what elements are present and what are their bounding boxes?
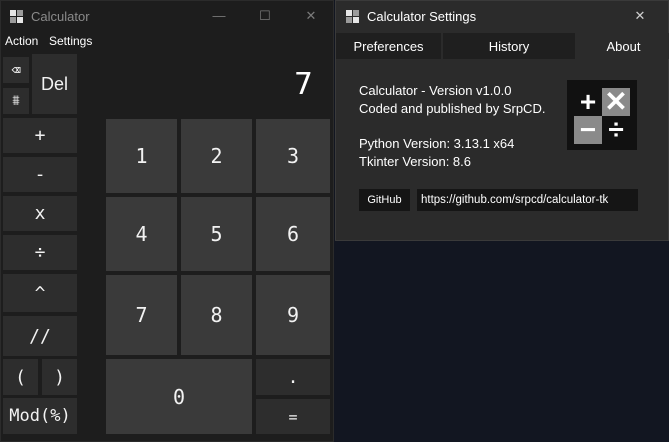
sqrt-button[interactable]: ⩩	[3, 88, 29, 114]
tab-preferences[interactable]: Preferences	[336, 33, 441, 59]
menu-settings[interactable]: Settings	[49, 34, 92, 48]
minus-symbol-icon: −	[574, 116, 602, 144]
floor-divide-button[interactable]: //	[3, 316, 77, 356]
digit-3-button[interactable]: 3	[256, 119, 330, 193]
settings-window: Calculator Settings ✕ Preferences Histor…	[335, 0, 669, 241]
divide-symbol-icon: ÷	[608, 114, 624, 145]
mod-button[interactable]: Mod(%)	[3, 398, 77, 434]
settings-app-icon	[346, 10, 360, 24]
calculator-app-icon	[10, 10, 24, 24]
digit-2-button[interactable]: 2	[181, 119, 252, 193]
multiply-button[interactable]: x	[3, 196, 77, 231]
equals-button[interactable]: =	[256, 399, 330, 434]
calculator-titlebar[interactable]: Calculator — ☐ ✕	[1, 1, 333, 32]
result-display: 7	[293, 67, 313, 102]
close-icon[interactable]: ✕	[620, 3, 660, 29]
tab-about[interactable]: About	[577, 33, 669, 59]
menu-action[interactable]: Action	[5, 34, 38, 48]
right-paren-button[interactable]: )	[42, 359, 77, 395]
plus-button[interactable]: +	[3, 118, 77, 153]
digit-7-button[interactable]: 7	[106, 275, 177, 355]
plus-symbol-icon: +	[579, 86, 597, 117]
settings-title: Calculator Settings	[367, 9, 477, 24]
tab-history[interactable]: History	[443, 33, 575, 59]
calculator-logo: + ✕ − ÷	[567, 80, 637, 150]
digit-4-button[interactable]: 4	[106, 197, 177, 271]
digit-5-button[interactable]: 5	[181, 197, 252, 271]
settings-titlebar[interactable]: Calculator Settings ✕	[336, 1, 668, 32]
left-paren-button[interactable]: (	[3, 359, 38, 395]
digit-1-button[interactable]: 1	[106, 119, 177, 193]
close-icon[interactable]: ✕	[291, 3, 331, 29]
calculator-title: Calculator	[31, 9, 90, 24]
del-button[interactable]: Del	[32, 54, 77, 114]
credits-text: Coded and published by SrpCD.	[359, 101, 546, 116]
digit-9-button[interactable]: 9	[256, 275, 330, 355]
version-text: Calculator - Version v1.0.0	[359, 83, 512, 98]
minus-button[interactable]: -	[3, 157, 77, 192]
tkinter-version-text: Tkinter Version: 8.6	[359, 154, 471, 169]
digit-6-button[interactable]: 6	[256, 197, 330, 271]
backspace-button[interactable]: ⌫	[3, 57, 29, 83]
github-url-field[interactable]: https://github.com/srpcd/calculator-tk	[417, 189, 638, 211]
digit-8-button[interactable]: 8	[181, 275, 252, 355]
minimize-icon[interactable]: —	[199, 3, 239, 29]
divide-button[interactable]: ÷	[3, 235, 77, 270]
digit-0-button[interactable]: 0	[106, 359, 252, 434]
maximize-icon[interactable]: ☐	[245, 3, 285, 29]
python-version-text: Python Version: 3.13.1 x64	[359, 136, 515, 151]
github-button[interactable]: GitHub	[359, 189, 410, 211]
decimal-button[interactable]: .	[256, 359, 330, 395]
calculator-window: Calculator — ☐ ✕ Action Settings 7 ⌫ ⩩ D…	[0, 0, 334, 442]
multiply-symbol-icon: ✕	[602, 88, 630, 116]
power-button[interactable]: ^	[3, 274, 77, 312]
